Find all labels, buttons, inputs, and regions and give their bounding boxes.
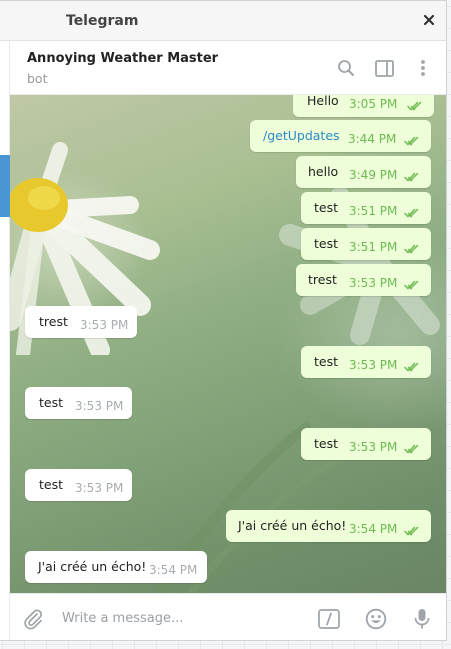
title-bar: Telegram	[0, 1, 446, 41]
incoming-message[interactable]: test 3:53 PM	[25, 387, 132, 419]
outgoing-message[interactable]: test 3:53 PM	[301, 428, 431, 460]
voice-record-button[interactable]	[409, 606, 435, 632]
paperclip-icon	[24, 609, 43, 630]
message-text: J'ai créé un écho!	[238, 518, 347, 533]
read-double-check-icon	[404, 136, 419, 146]
outgoing-message[interactable]: trest 3:53 PM	[296, 264, 431, 296]
message-time: 3:53 PM	[349, 440, 398, 454]
close-icon	[423, 14, 435, 26]
chat-header: Annoying Weather Master bot	[10, 41, 446, 95]
sidebar-toggle-button[interactable]	[372, 56, 396, 80]
outgoing-message[interactable]: test 3:51 PM	[301, 228, 431, 260]
outgoing-message[interactable]: test 3:53 PM	[301, 346, 431, 378]
emoji-button[interactable]	[363, 606, 389, 632]
telegram-window: Telegram Annoying Weather Master bot Hel…	[0, 0, 447, 641]
message-time: 3:49 PM	[349, 168, 398, 182]
message-time: 3:53 PM	[349, 276, 398, 290]
more-options-button[interactable]	[411, 56, 435, 80]
message-text: trest	[308, 272, 337, 287]
read-double-check-icon	[404, 280, 419, 290]
more-vertical-icon	[421, 60, 425, 76]
read-double-check-icon	[407, 101, 422, 111]
emoji-icon	[365, 608, 387, 630]
message-time: 3:51 PM	[349, 204, 398, 218]
message-text: test	[314, 436, 339, 451]
slash-command-icon	[318, 609, 340, 629]
message-input[interactable]	[62, 608, 302, 628]
chat-status: bot	[27, 71, 48, 86]
message-text: hello	[308, 164, 339, 179]
read-double-check-icon	[404, 362, 419, 372]
message-text: test	[39, 395, 64, 410]
microphone-icon	[414, 609, 430, 629]
message-time: 3:53 PM	[80, 318, 129, 332]
active-dialog-indicator	[0, 155, 10, 217]
sidebar-toggle-icon	[374, 59, 394, 77]
chat-name[interactable]: Annoying Weather Master	[27, 51, 218, 66]
bot-commands-button[interactable]	[316, 606, 342, 632]
message-text: trest	[39, 314, 68, 329]
search-icon	[338, 60, 354, 76]
message-text: test	[314, 236, 339, 251]
outgoing-message[interactable]: J'ai créé un écho! 3:54 PM	[226, 510, 431, 542]
close-button[interactable]	[419, 10, 439, 30]
message-time: 3:54 PM	[149, 563, 198, 577]
read-double-check-icon	[404, 444, 419, 454]
message-time: 3:54 PM	[349, 522, 398, 536]
outgoing-message[interactable]: /getUpdates 3:44 PM	[250, 120, 431, 152]
read-double-check-icon	[404, 526, 419, 536]
message-composer	[10, 593, 446, 640]
attach-button[interactable]	[20, 606, 46, 632]
message-text: test	[39, 477, 64, 492]
dialogs-sidebar-edge[interactable]	[0, 41, 10, 640]
read-double-check-icon	[404, 208, 419, 218]
search-button[interactable]	[334, 56, 358, 80]
read-double-check-icon	[404, 244, 419, 254]
incoming-message[interactable]: trest 3:53 PM	[25, 306, 137, 338]
outgoing-message[interactable]: Hello 3:05 PM	[293, 95, 434, 117]
chat-history[interactable]: Hello 3:05 PM/getUpdates 3:44 PM hello 3:49 …	[10, 95, 446, 593]
message-time: 3:05 PM	[349, 97, 398, 111]
message-time: 3:53 PM	[75, 399, 124, 413]
message-text: test	[314, 354, 339, 369]
outgoing-message[interactable]: test 3:51 PM	[301, 192, 431, 224]
message-time: 3:44 PM	[348, 132, 397, 146]
bot-command-link[interactable]: /getUpdates	[263, 128, 340, 144]
message-text: test	[314, 200, 339, 215]
message-time: 3:51 PM	[349, 240, 398, 254]
read-double-check-icon	[404, 172, 419, 182]
incoming-message[interactable]: test 3:53 PM	[25, 469, 132, 501]
incoming-message[interactable]: J'ai créé un écho! 3:54 PM	[25, 551, 207, 583]
message-text: Hello	[307, 95, 339, 108]
outgoing-message[interactable]: hello 3:49 PM	[296, 156, 431, 188]
message-time: 3:53 PM	[349, 358, 398, 372]
window-title: Telegram	[66, 13, 139, 29]
message-text: J'ai créé un écho!	[38, 559, 147, 574]
message-time: 3:53 PM	[75, 481, 124, 495]
